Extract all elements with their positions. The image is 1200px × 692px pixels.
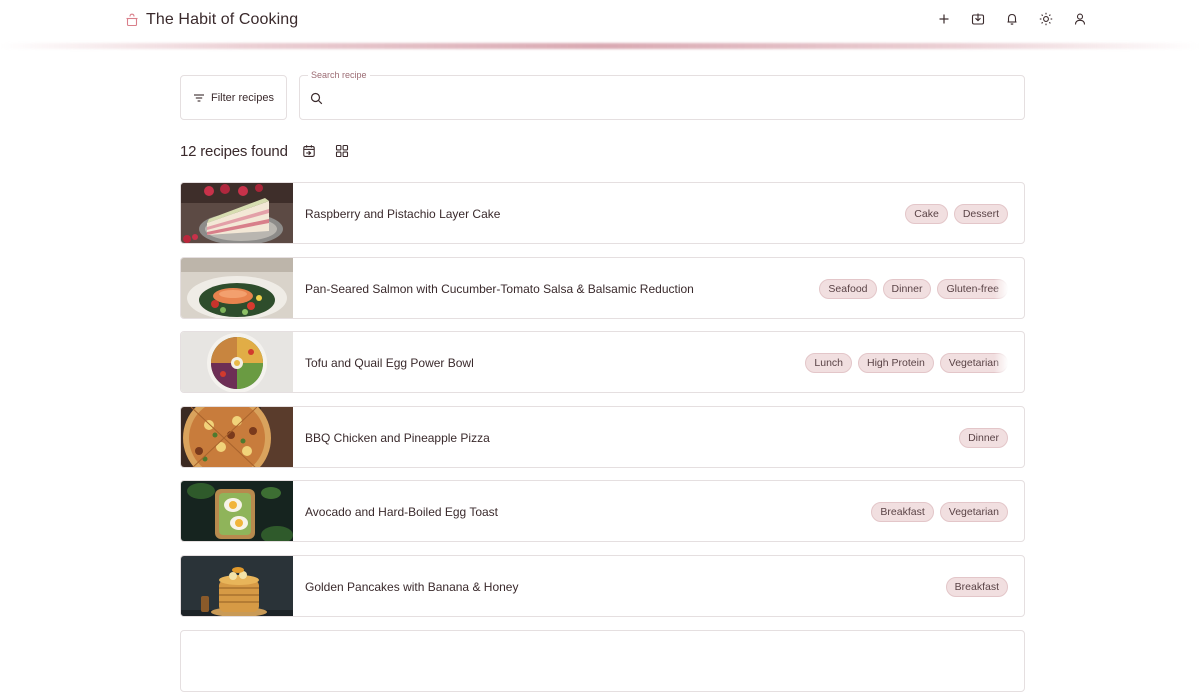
- search-field-label: Search recipe: [308, 70, 370, 80]
- account-button[interactable]: [1070, 8, 1090, 30]
- recipe-tag[interactable]: Dinner: [959, 428, 1008, 448]
- search-toolbar: Filter recipes Search recipe: [180, 70, 1025, 120]
- filter-icon: [194, 93, 205, 102]
- search-input[interactable]: [330, 86, 1010, 111]
- recipe-thumbnail: [181, 332, 293, 392]
- theme-toggle-button[interactable]: [1036, 8, 1056, 30]
- recipe-title: Avocado and Hard-Boiled Egg Toast: [305, 505, 499, 519]
- recipe-tags: Lunch High Protein Vegetarian: [805, 332, 1008, 392]
- recipe-thumbnail: [181, 556, 293, 616]
- plus-icon: [939, 14, 949, 24]
- recipe-row[interactable]: Tofu and Quail Egg Power Bowl Lunch High…: [180, 331, 1025, 393]
- recipe-row[interactable]: Raspberry and Pistachio Layer Cake Cake …: [180, 182, 1025, 244]
- recipe-tag[interactable]: Breakfast: [945, 577, 1008, 597]
- recipe-tag[interactable]: Seafood: [819, 279, 877, 299]
- recipe-thumbnail: [181, 183, 293, 243]
- recipe-title: Golden Pancakes with Banana & Honey: [305, 580, 519, 594]
- notifications-button[interactable]: [1002, 8, 1022, 30]
- filter-recipes-label: Filter recipes: [211, 91, 274, 104]
- recipe-title: Raspberry and Pistachio Layer Cake: [305, 207, 501, 221]
- import-button[interactable]: [968, 8, 988, 30]
- recipe-tag[interactable]: Lunch: [805, 353, 852, 373]
- cooking-pot-icon: [126, 13, 138, 27]
- recipe-thumbnail: [181, 481, 293, 541]
- recipe-tag[interactable]: Dinner: [882, 279, 932, 299]
- recipe-title: Pan-Seared Salmon with Cucumber-Tomato S…: [305, 282, 694, 296]
- app-title: The Habit of Cooking: [146, 11, 299, 28]
- recipe-title: Tofu and Quail Egg Power Bowl: [305, 356, 474, 370]
- recipe-thumbnail: [181, 407, 293, 467]
- recipe-row[interactable]: Pan-Seared Salmon with Cucumber-Tomato S…: [180, 257, 1025, 319]
- recipe-tags: Breakfast Vegetarian: [871, 481, 1008, 541]
- calendar-view-button[interactable]: [302, 144, 316, 158]
- recipe-tags: Breakfast: [945, 556, 1008, 616]
- add-recipe-button[interactable]: [934, 8, 954, 30]
- recipe-row[interactable]: BBQ Chicken and Pineapple Pizza Dinner: [180, 406, 1025, 468]
- recipe-title: BBQ Chicken and Pineapple Pizza: [305, 431, 490, 445]
- recipe-row[interactable]: Golden Pancakes with Banana & Honey Brea…: [180, 555, 1025, 617]
- brand[interactable]: The Habit of Cooking: [126, 9, 298, 31]
- user-icon: [1074, 13, 1086, 25]
- tags-fade: [994, 332, 1008, 392]
- bell-icon: [1007, 13, 1017, 25]
- recipe-tag[interactable]: Dessert: [953, 204, 1008, 224]
- grid-icon: [335, 144, 348, 158]
- results-bar: 12 recipes found: [180, 141, 349, 161]
- app-header: The Habit of Cooking: [0, 0, 1200, 40]
- recipe-tag[interactable]: Breakfast: [871, 502, 934, 522]
- header-actions: [934, 8, 1090, 30]
- recipe-row[interactable]: Avocado and Hard-Boiled Egg Toast Breakf…: [180, 480, 1025, 542]
- recipe-tags: Cake Dessert: [905, 183, 1008, 243]
- import-icon: [971, 13, 985, 25]
- recipe-row[interactable]: [180, 630, 1025, 692]
- tags-fade: [994, 258, 1008, 318]
- header-divider: [0, 43, 1200, 49]
- results-count: 12 recipes found: [180, 142, 288, 160]
- grid-view-button[interactable]: [335, 144, 349, 158]
- recipe-tag[interactable]: Vegetarian: [939, 502, 1008, 522]
- recipe-tags: Dinner: [959, 407, 1008, 467]
- recipe-tags: Seafood Dinner Gluten-free: [819, 258, 1008, 318]
- recipe-tag[interactable]: Cake: [905, 204, 948, 224]
- calendar-icon: [302, 145, 315, 157]
- search-field[interactable]: Search recipe: [299, 70, 1025, 120]
- search-icon: [310, 92, 323, 105]
- filter-recipes-button[interactable]: Filter recipes: [180, 75, 287, 120]
- recipe-thumbnail: [181, 258, 293, 318]
- recipe-tag[interactable]: High Protein: [858, 353, 934, 373]
- sun-icon: [1039, 12, 1053, 26]
